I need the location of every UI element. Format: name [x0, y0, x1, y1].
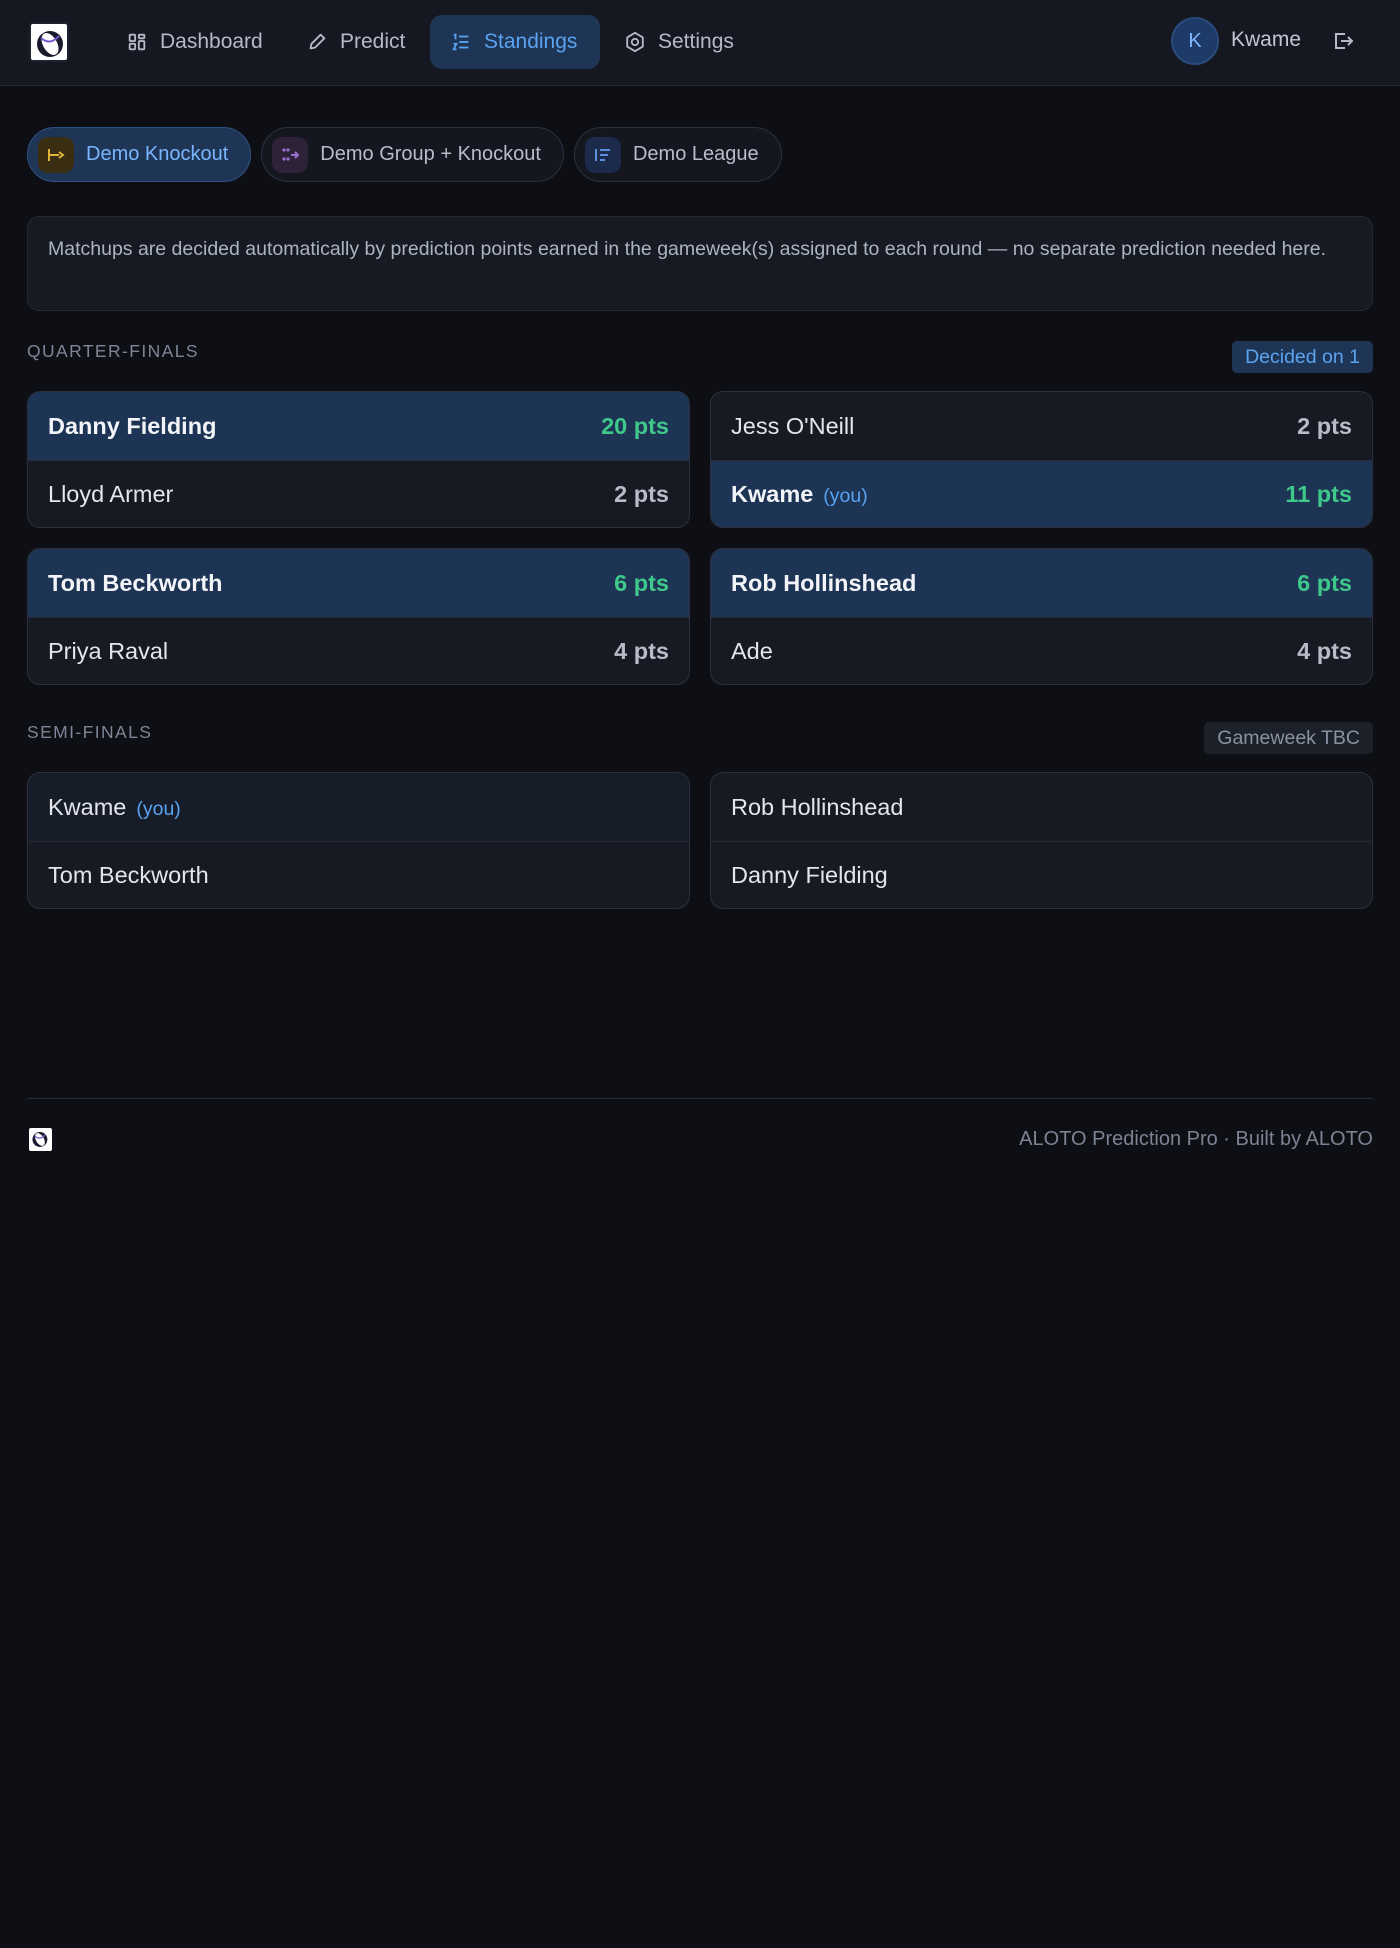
player-name: Danny Fielding	[731, 861, 888, 888]
nav-standings-label: Standings	[484, 30, 578, 53]
match-row-winner: Kwame (you) 11 pts	[711, 460, 1372, 527]
user-name[interactable]: Kwame	[1231, 28, 1301, 52]
gear-icon	[626, 31, 644, 53]
tab-demo-knockout[interactable]: Demo Knockout	[27, 127, 252, 182]
player-name: Kwame	[48, 793, 127, 820]
player-name: Tom Beckworth	[48, 861, 209, 888]
round-label-semi-finals: SEMI-FINALS	[27, 722, 153, 742]
match-card[interactable]: Jess O'Neill 2 pts Kwame (you) 11 pts	[710, 391, 1373, 528]
player-points: 6 pts	[1297, 569, 1352, 596]
status-badge: Gameweek TBC	[1204, 722, 1373, 754]
match-card[interactable]: Rob Hollinshead Danny Fielding	[710, 772, 1373, 909]
round-label-quarter-finals: QUARTER-FINALS	[27, 341, 199, 361]
footer-logo	[29, 1128, 52, 1151]
you-tag: (you)	[823, 484, 868, 507]
player-name: Ade	[731, 637, 773, 664]
nav-predict-label: Predict	[340, 30, 406, 53]
nav-settings-label: Settings	[658, 30, 734, 53]
nav-settings[interactable]: Settings	[604, 15, 754, 69]
player-name: Priya Raval	[48, 637, 169, 664]
ball-logo-icon	[37, 31, 63, 57]
logout-icon	[1335, 33, 1354, 49]
tab-label: Demo League	[632, 143, 759, 165]
league-table-icon	[584, 136, 621, 173]
player-name: Jess O'Neill	[731, 412, 855, 439]
match-row-winner: Tom Beckworth 6 pts	[28, 549, 689, 617]
dashboard-icon	[128, 33, 146, 51]
app-logo[interactable]	[29, 22, 69, 62]
footer-divider	[27, 1098, 1373, 1099]
bracket-icon	[38, 136, 74, 173]
match-row: Kwame (you)	[28, 773, 689, 841]
player-name-wrap: Kwame (you)	[731, 481, 868, 508]
match-row-winner: Rob Hollinshead 6 pts	[711, 549, 1372, 617]
nav-dashboard[interactable]: Dashboard	[106, 15, 283, 69]
status-badge: Decided on 1	[1232, 341, 1373, 373]
tournament-tabs: Demo Knockout Demo Group + Knockout Demo…	[27, 127, 782, 182]
match-card[interactable]: Kwame (you) Tom Beckworth	[27, 772, 690, 909]
group-knockout-icon	[272, 136, 309, 173]
match-row: Ade 4 pts	[711, 617, 1372, 684]
player-name: Tom Beckworth	[48, 569, 223, 596]
nav-standings[interactable]: Standings	[430, 15, 600, 69]
player-points: 2 pts	[1297, 412, 1352, 439]
player-name: Lloyd Armer	[48, 480, 174, 507]
match-row-winner: Danny Fielding 20 pts	[28, 392, 689, 460]
list-ordered-icon	[452, 33, 469, 51]
top-navbar: Dashboard Predict Standings Settings K K…	[0, 0, 1400, 86]
player-name: Rob Hollinshead	[731, 793, 904, 820]
match-row: Priya Raval 4 pts	[28, 617, 689, 684]
match-card[interactable]: Tom Beckworth 6 pts Priya Raval 4 pts	[27, 548, 690, 685]
tab-label: Demo Group + Knockout	[320, 143, 541, 165]
player-points: 2 pts	[614, 480, 669, 507]
match-row: Tom Beckworth	[28, 841, 689, 908]
pencil-icon	[309, 33, 326, 50]
player-name: Kwame	[731, 480, 814, 507]
player-points: 4 pts	[1297, 637, 1352, 664]
nav-dashboard-label: Dashboard	[160, 30, 263, 53]
tab-demo-group-knockout[interactable]: Demo Group + Knockout	[261, 127, 564, 182]
player-points: 20 pts	[601, 412, 669, 439]
tab-demo-league[interactable]: Demo League	[573, 127, 782, 182]
you-tag: (you)	[136, 797, 181, 820]
player-points: 11 pts	[1285, 480, 1352, 507]
player-name-wrap: Kwame (you)	[48, 794, 181, 821]
match-row: Jess O'Neill 2 pts	[711, 392, 1372, 460]
footer-text: ALOTO Prediction Pro · Built by ALOTO	[1019, 1128, 1373, 1150]
match-card[interactable]: Rob Hollinshead 6 pts Ade 4 pts	[710, 548, 1373, 685]
match-row: Rob Hollinshead	[711, 773, 1372, 841]
info-box: Matchups are decided automatically by pr…	[27, 216, 1373, 311]
match-row: Danny Fielding	[711, 841, 1372, 908]
tab-label: Demo Knockout	[86, 143, 229, 165]
ball-logo-icon	[32, 1132, 48, 1147]
match-row: Lloyd Armer 2 pts	[28, 460, 689, 527]
player-name: Danny Fielding	[48, 412, 217, 439]
nav-predict[interactable]: Predict	[286, 15, 425, 69]
logout-button[interactable]	[1328, 26, 1358, 56]
match-card[interactable]: Danny Fielding 20 pts Lloyd Armer 2 pts	[27, 391, 690, 528]
player-name: Rob Hollinshead	[731, 569, 917, 596]
player-points: 6 pts	[614, 569, 669, 596]
avatar[interactable]: K	[1171, 17, 1219, 65]
player-points: 4 pts	[614, 637, 669, 664]
